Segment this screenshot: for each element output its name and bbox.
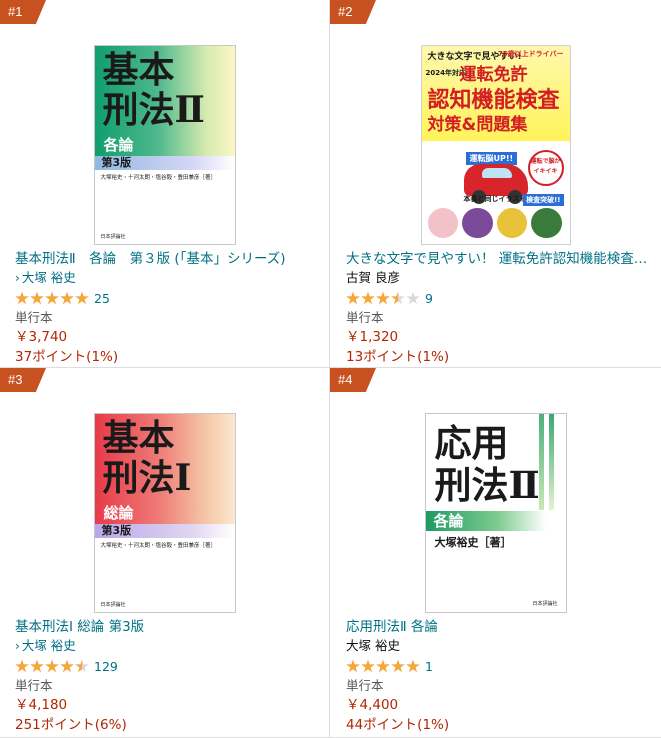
price: ￥4,400	[346, 697, 399, 713]
star-icon	[15, 659, 29, 673]
cover-publisher: 日本評論社	[100, 602, 126, 608]
author-name: 大塚 裕史	[346, 638, 400, 653]
fruit-illustrations	[427, 208, 562, 238]
cover-title: 基本 刑法Ⅱ	[102, 49, 205, 131]
review-count-link[interactable]: 9	[425, 291, 433, 306]
points: 13ポイント(1%)	[346, 349, 450, 365]
cover-corner-badge: 75歳以上ドライバー	[497, 50, 564, 58]
star-icon	[361, 659, 375, 673]
star-rating	[346, 291, 421, 306]
product-card: #2 大きな文字で見やすい! 75歳以上ドライバー 2024年対応 運転免許 認…	[330, 0, 661, 368]
cover-circle-badge: 運転で脳がイキイキ	[527, 150, 564, 186]
cover-subtitle: 総論	[103, 504, 134, 522]
cover-kensa-badge: 検査突破!!	[523, 194, 564, 206]
cover-publisher: 日本評論社	[100, 234, 126, 240]
product-card: #3 基本 刑法Ⅰ 総論 第3版 大塚裕史・十河太朗・塩谷毅・豊田兼彦［著］ 日…	[0, 368, 330, 738]
star-icon	[391, 659, 405, 673]
book-cover-image[interactable]: 基本 刑法Ⅰ 総論 第3版 大塚裕史・十河太朗・塩谷毅・豊田兼彦［著］ 日本評論…	[93, 413, 236, 613]
star-icon	[361, 291, 375, 305]
format-label: 単行本	[346, 678, 384, 693]
bestseller-grid: #1 基本 刑法Ⅱ 各論 第3版 大塚裕史・十河太朗・塩谷毅・豊田兼彦［著］ 日…	[0, 0, 661, 738]
star-icon	[391, 291, 405, 305]
points: 37ポイント(1%)	[15, 349, 119, 365]
star-rating	[15, 291, 90, 306]
book-cover-image[interactable]: 応用 刑法Ⅱ 各論 大塚裕史［著］ 日本評論社	[424, 413, 567, 613]
star-icon	[45, 659, 59, 673]
star-icon	[60, 291, 74, 305]
product-card: #1 基本 刑法Ⅱ 各論 第3版 大塚裕史・十河太朗・塩谷毅・豊田兼彦［著］ 日…	[0, 0, 330, 368]
star-icon	[45, 291, 59, 305]
price: ￥4,180	[15, 697, 68, 713]
cover-title: 基本 刑法Ⅰ	[102, 417, 192, 499]
chevron-right-icon: ›	[15, 271, 20, 285]
cover-authors: 大塚裕史・十河太朗・塩谷毅・豊田兼彦［著］	[100, 175, 217, 181]
star-icon	[75, 291, 89, 305]
cover-title-3: 対策&問題集	[427, 115, 528, 135]
price: ￥1,320	[346, 329, 399, 345]
author-link[interactable]: › 大塚 裕史	[15, 269, 321, 287]
rating-row[interactable]: 1	[346, 656, 653, 677]
review-count-link[interactable]: 1	[425, 659, 433, 674]
chevron-right-icon: ›	[15, 639, 20, 653]
product-card: #4 応用 刑法Ⅱ 各論 大塚裕史［著］ 日本評論社 応用刑法Ⅱ 各論 大塚 裕…	[330, 368, 661, 738]
star-icon	[376, 291, 390, 305]
rank-badge: #2	[330, 0, 376, 24]
rank-badge: #3	[0, 368, 46, 392]
book-cover-image[interactable]: 基本 刑法Ⅱ 各論 第3版 大塚裕史・十河太朗・塩谷毅・豊田兼彦［著］ 日本評論…	[93, 45, 236, 245]
format-label: 単行本	[346, 310, 384, 325]
review-count-link[interactable]: 25	[94, 291, 110, 306]
rating-row[interactable]: 9	[346, 288, 653, 309]
cover-author: 大塚裕史［著］	[434, 536, 512, 549]
cover-title: 応用 刑法Ⅱ	[434, 421, 540, 507]
format-label: 単行本	[15, 310, 53, 325]
cover-edition: 第3版	[94, 156, 235, 170]
star-rating	[346, 659, 421, 674]
star-icon	[376, 659, 390, 673]
star-rating	[15, 659, 90, 674]
book-cover-image[interactable]: 大きな文字で見やすい! 75歳以上ドライバー 2024年対応 運転免許 認知機能…	[420, 45, 571, 245]
cover-subtitle: 各論	[425, 511, 546, 531]
rating-row[interactable]: 25	[15, 288, 321, 309]
star-icon	[346, 659, 360, 673]
star-icon	[406, 291, 420, 305]
cover-publisher: 日本評論社	[532, 601, 558, 607]
star-icon	[346, 291, 360, 305]
author-name: 古賀 良彦	[346, 270, 400, 285]
star-icon	[406, 659, 420, 673]
cover-edition: 第3版	[94, 524, 235, 538]
star-icon	[15, 291, 29, 305]
product-title-link[interactable]: 応用刑法Ⅱ 各論	[346, 617, 653, 637]
star-icon	[60, 659, 74, 673]
author-link[interactable]: › 大塚 裕史	[15, 637, 321, 655]
price: ￥3,740	[15, 329, 68, 345]
star-icon	[30, 659, 44, 673]
product-title-link[interactable]: 基本刑法Ⅱ 各論 第３版 (「基本」シリーズ)	[15, 249, 321, 269]
product-title-link[interactable]: 大きな文字で見やすい！ 運転免許認知機能検査対策&問題集	[346, 249, 653, 269]
star-icon	[75, 659, 89, 673]
format-label: 単行本	[15, 678, 53, 693]
cover-subtitle: 各論	[103, 136, 134, 154]
rank-badge: #1	[0, 0, 46, 24]
points: 44ポイント(1%)	[346, 717, 450, 733]
rating-row[interactable]: 129	[15, 656, 321, 677]
points: 251ポイント(6%)	[15, 717, 127, 733]
star-icon	[30, 291, 44, 305]
review-count-link[interactable]: 129	[94, 659, 118, 674]
product-title-link[interactable]: 基本刑法I 総論 第3版	[15, 617, 321, 637]
rank-badge: #4	[330, 368, 376, 392]
cover-authors: 大塚裕史・十河太朗・塩谷毅・豊田兼彦［著］	[100, 543, 217, 549]
